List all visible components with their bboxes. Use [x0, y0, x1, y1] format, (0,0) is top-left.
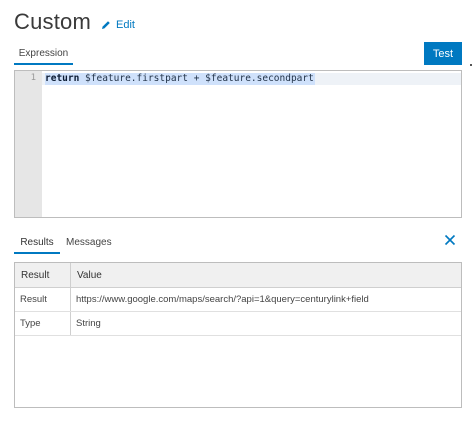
pencil-icon: [102, 21, 110, 29]
results-panel: Result Value Result https://www.google.c…: [14, 262, 462, 408]
handle-dot: [470, 64, 472, 66]
line-gutter: [15, 71, 42, 217]
line-number: 1: [30, 73, 36, 83]
table-row: Type String: [15, 311, 461, 336]
page-title: Custom: [14, 9, 91, 34]
row-label: Type: [15, 311, 71, 336]
edit-label: Edit: [116, 19, 135, 31]
tab-results[interactable]: Results: [14, 233, 60, 254]
column-header-result: Result: [15, 263, 71, 288]
code-expression: $feature.firstpart + $feature.secondpart: [79, 73, 314, 84]
tab-expression[interactable]: Expression: [14, 45, 73, 65]
results-table: Result Value Result https://www.google.c…: [15, 263, 461, 336]
code-line[interactable]: return $feature.firstpart + $feature.sec…: [45, 73, 315, 85]
code-editor[interactable]: 1 return $feature.firstpart + $feature.s…: [14, 70, 462, 218]
row-value: https://www.google.com/maps/search/?api=…: [70, 287, 461, 312]
tab-messages[interactable]: Messages: [66, 233, 112, 254]
table-header-row: Result Value: [15, 263, 461, 288]
column-header-value: Value: [70, 263, 461, 288]
code-keyword: return: [45, 73, 80, 84]
table-row: Result https://www.google.com/maps/searc…: [15, 287, 461, 312]
edit-button[interactable]: Edit: [101, 19, 135, 31]
row-value: String: [70, 311, 461, 336]
close-icon[interactable]: [444, 234, 456, 246]
test-button[interactable]: Test: [424, 42, 462, 65]
row-label: Result: [15, 287, 71, 312]
